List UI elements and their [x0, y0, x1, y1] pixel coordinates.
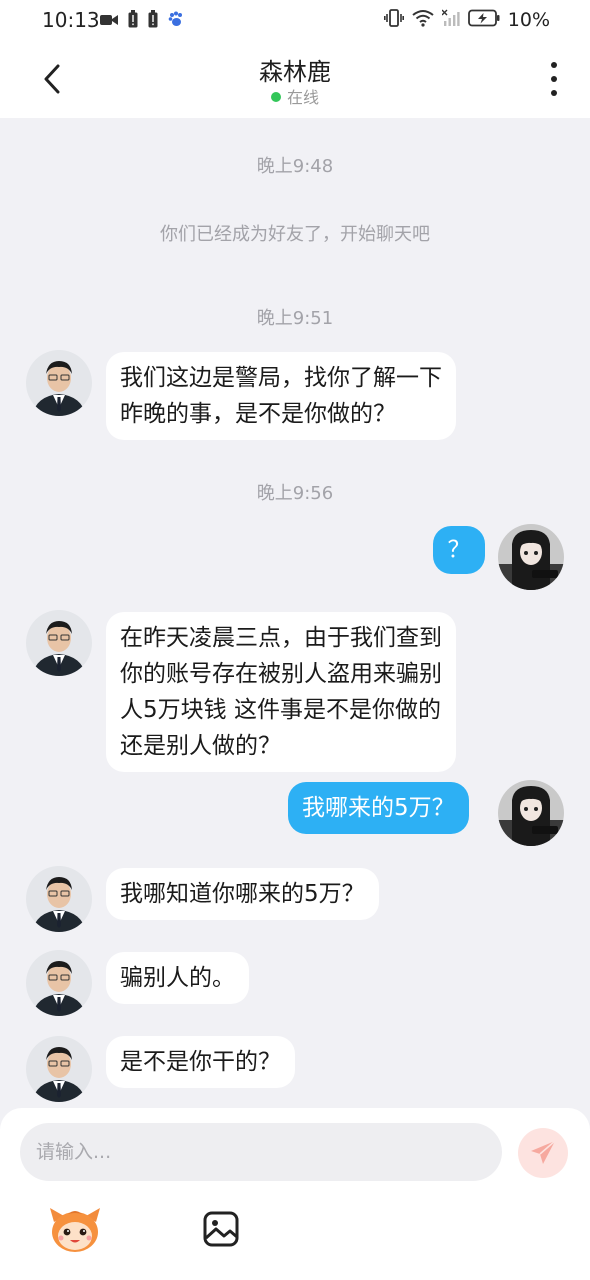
- more-options-button[interactable]: [544, 62, 564, 96]
- contact-avatar[interactable]: [26, 866, 92, 932]
- message-input[interactable]: [20, 1123, 502, 1181]
- wifi-icon: [412, 9, 434, 31]
- message-list[interactable]: 晚上9:48 你们已经成为好友了，开始聊天吧 晚上9:51 我们这边是警局，找你…: [0, 118, 590, 1108]
- online-dot-icon: [270, 92, 281, 102]
- more-dot-icon: [551, 62, 557, 68]
- timestamp: 晚上9:48: [256, 156, 334, 177]
- more-dot-icon: [551, 90, 557, 96]
- system-message: 你们已经成为好友了，开始聊天吧: [160, 224, 430, 245]
- online-status: 在线: [0, 84, 590, 108]
- image-icon: [203, 1211, 239, 1247]
- contact-avatar[interactable]: [26, 610, 92, 676]
- message-bubble-incoming[interactable]: 是不是你干的？: [106, 1036, 295, 1088]
- message-bubble-incoming[interactable]: 我们这边是警局，找你了解一下 昨晚的事，是不是你做的？: [106, 352, 456, 440]
- signal-off-icon: [441, 9, 460, 31]
- emoji-mascot-button[interactable]: [48, 1204, 102, 1254]
- timestamp: 晚上9:51: [256, 308, 334, 329]
- message-bubble-incoming[interactable]: 在昨天凌晨三点，由于我们查到 你的账号存在被别人盗用来骗别 人5万块钱 这件事是…: [106, 612, 456, 772]
- user-avatar[interactable]: [498, 780, 564, 846]
- video-icon: [100, 12, 118, 31]
- status-right-icons: 10%: [383, 9, 550, 31]
- chat-header: 森林鹿 在线: [0, 40, 590, 118]
- contact-name: 森林鹿: [259, 58, 331, 86]
- battery-alert-icon: [148, 10, 158, 32]
- battery-alert-icon: [128, 10, 138, 32]
- status-time: 10:13: [42, 8, 100, 32]
- contact-avatar[interactable]: [26, 950, 92, 1016]
- image-picker-button[interactable]: [202, 1210, 240, 1248]
- user-avatar[interactable]: [498, 524, 564, 590]
- message-bubble-outgoing[interactable]: ？: [433, 526, 485, 574]
- status-left-icons: [100, 10, 184, 32]
- contact-avatar[interactable]: [26, 1036, 92, 1102]
- battery-charging-icon: [467, 9, 500, 31]
- battery-percent: 10%: [507, 9, 550, 31]
- send-icon: [531, 1140, 556, 1164]
- send-button[interactable]: [518, 1128, 568, 1178]
- timestamp: 晚上9:56: [256, 483, 334, 504]
- contact-avatar[interactable]: [26, 350, 92, 416]
- online-status-label: 在线: [286, 88, 319, 107]
- vibrate-icon: [383, 9, 404, 31]
- message-bubble-outgoing[interactable]: 我哪来的5万？: [288, 782, 469, 834]
- paw-icon: [168, 11, 184, 31]
- status-bar: 10:13 10%: [0, 0, 590, 40]
- emoji-mascot-icon: [50, 1208, 100, 1252]
- composer: [0, 1108, 590, 1280]
- message-bubble-incoming[interactable]: 我哪知道你哪来的5万？: [106, 868, 379, 920]
- more-dot-icon: [551, 76, 557, 82]
- message-bubble-incoming[interactable]: 骗别人的。: [106, 952, 249, 1004]
